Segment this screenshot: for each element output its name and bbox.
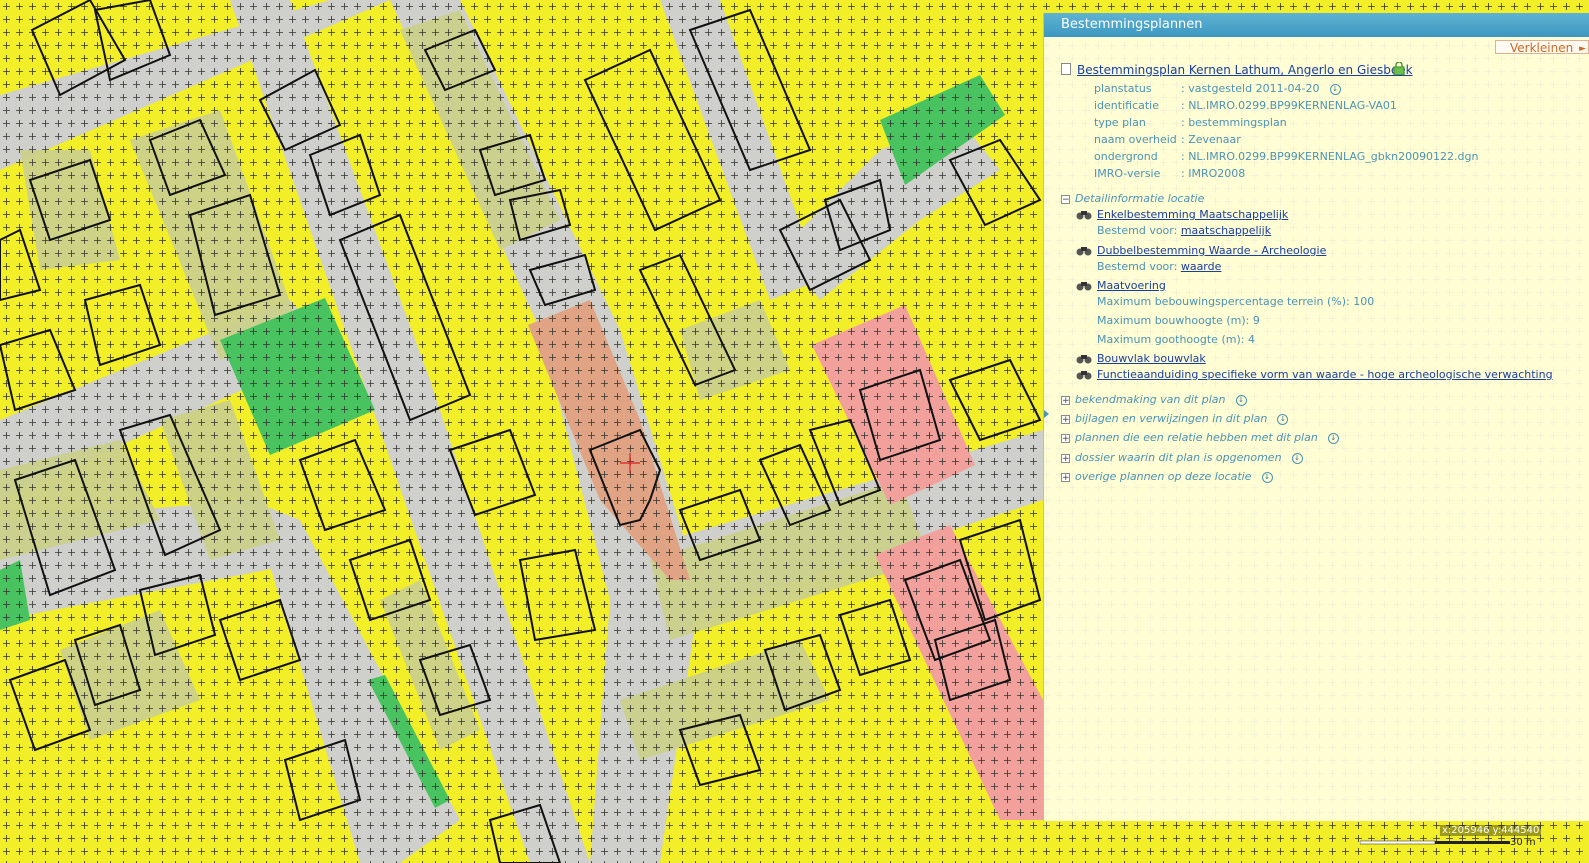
meta-key: type plan: [1094, 116, 1146, 129]
meta-value: : NL.IMRO.0299.BP99KERNENLAG-VA01: [1181, 99, 1397, 112]
section-label-text: bijlagen en verwijzingen in dit plan: [1075, 412, 1268, 425]
bestemd-voor-label: Bestemd voor:: [1097, 260, 1181, 273]
section-overige[interactable]: overige plannen op deze locatie ↓: [1075, 470, 1273, 483]
download-icon[interactable]: ↓: [1291, 452, 1303, 464]
collapse-detail-toggle[interactable]: −: [1061, 195, 1070, 205]
section-bekendmaking[interactable]: bekendmaking van dit plan ↓: [1075, 393, 1247, 406]
meta-naam-overheid: naam overheid : Zevenaar: [1094, 133, 1241, 146]
panel-title: Bestemmingsplannen: [1044, 13, 1589, 37]
meta-key: ondergrond: [1094, 150, 1158, 163]
functieaanduiding-link[interactable]: Functieaanduiding specifieke vorm van wa…: [1097, 368, 1553, 381]
enkelbestemming-sub: Bestemd voor: maatschappelijk: [1097, 224, 1271, 237]
download-icon[interactable]: ↓: [1235, 394, 1247, 406]
meta-value: : Zevenaar: [1181, 133, 1241, 146]
section-label-text: overige plannen op deze locatie: [1075, 470, 1252, 483]
section-label-text: plannen die een relatie hebben met dit p…: [1075, 431, 1318, 444]
section-label-text: dossier waarin dit plan is opgenomen: [1075, 451, 1282, 464]
verkleinen-button[interactable]: Verkleinen ►: [1495, 40, 1589, 55]
binoculars-icon: [1076, 355, 1092, 364]
download-icon[interactable]: ↓: [1329, 83, 1341, 95]
expand-toggle[interactable]: +: [1061, 434, 1070, 444]
maatvoering-link[interactable]: Maatvoering: [1097, 279, 1166, 292]
panel-collapse-arrow-icon[interactable]: [1044, 410, 1049, 418]
meta-value: : NL.IMRO.0299.BP99KERNENLAG_gbkn2009012…: [1181, 150, 1479, 163]
meta-value: : bestemmingsplan: [1181, 116, 1287, 129]
scale-bar: [1360, 840, 1510, 845]
maatvoering-line: Maximum goothoogte (m): 4: [1097, 333, 1255, 346]
download-icon[interactable]: ↓: [1277, 413, 1289, 425]
meta-planstatus: planstatus : vastgesteld 2011-04-20 ↓: [1094, 82, 1341, 95]
binoculars-icon: [1076, 211, 1092, 220]
meta-ondergrond: ondergrond : NL.IMRO.0299.BP99KERNENLAG_g…: [1094, 150, 1479, 163]
document-icon: [1061, 63, 1071, 75]
expand-toggle[interactable]: +: [1061, 454, 1070, 464]
verkleinen-label: Verkleinen: [1510, 41, 1574, 55]
waarde-link[interactable]: waarde: [1181, 260, 1222, 273]
enkelbestemming-link[interactable]: Enkelbestemming Maatschappelijk: [1097, 208, 1288, 221]
maatschappelijk-link[interactable]: maatschappelijk: [1181, 224, 1271, 237]
binoculars-icon: [1076, 282, 1092, 291]
meta-value: : vastgesteld 2011-04-20: [1181, 82, 1320, 95]
bestemmingsplannen-panel: Bestemmingsplannen Verkleinen ► Bestemmin…: [1043, 13, 1589, 821]
section-relatie[interactable]: plannen die een relatie hebben met dit p…: [1075, 431, 1339, 444]
expand-toggle[interactable]: +: [1061, 415, 1070, 425]
plan-title-link[interactable]: Bestemmingsplan Kernen Lathum, Angerlo e…: [1077, 63, 1413, 77]
section-label-text: bekendmaking van dit plan: [1075, 393, 1226, 406]
expand-toggle[interactable]: +: [1061, 473, 1070, 483]
download-icon[interactable]: ↓: [1327, 432, 1339, 444]
meta-key: planstatus: [1094, 82, 1152, 95]
coordinate-readout: x:205946 y:444540: [1440, 825, 1542, 836]
maatvoering-line: Maximum bouwhoogte (m): 9: [1097, 314, 1260, 327]
maatvoering-line: Maximum bebouwingspercentage terrein (%)…: [1097, 295, 1375, 308]
bouwvlak-link[interactable]: Bouwvlak bouwvlak: [1097, 352, 1206, 365]
meta-key: identificatie: [1094, 99, 1160, 112]
meta-identificatie: identificatie : NL.IMRO.0299.BP99KERNENLA…: [1094, 99, 1397, 112]
section-bijlagen[interactable]: bijlagen en verwijzingen in dit plan ↓: [1075, 412, 1289, 425]
binoculars-icon: [1076, 371, 1092, 380]
meta-value: : IMRO2008: [1181, 167, 1246, 180]
meta-key: IMRO-versie: [1094, 167, 1161, 180]
dubbelbestemming-sub: Bestemd voor: waarde: [1097, 260, 1221, 273]
section-dossier[interactable]: dossier waarin dit plan is opgenomen ↓: [1075, 451, 1303, 464]
scale-label: 30 m: [1510, 837, 1536, 848]
meta-type-plan: type plan : bestemmingsplan: [1094, 116, 1287, 129]
detail-header[interactable]: Detailinformatie locatie: [1075, 192, 1204, 205]
meta-imro-versie: IMRO-versie : IMRO2008: [1094, 167, 1245, 180]
download-icon[interactable]: ↓: [1261, 471, 1273, 483]
meta-key: naam overheid: [1094, 133, 1177, 146]
expand-toggle[interactable]: +: [1061, 396, 1070, 406]
lock-icon: [1393, 62, 1405, 75]
arrow-right-icon: ►: [1579, 44, 1586, 54]
dubbelbestemming-link[interactable]: Dubbelbestemming Waarde - Archeologie: [1097, 244, 1326, 257]
bestemd-voor-label: Bestemd voor:: [1097, 224, 1181, 237]
binoculars-icon: [1076, 247, 1092, 256]
